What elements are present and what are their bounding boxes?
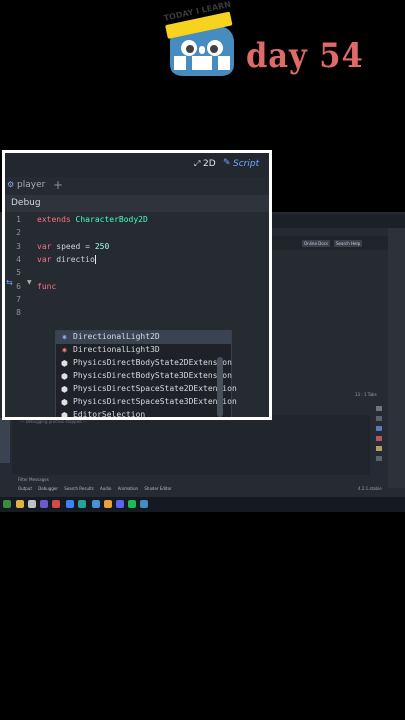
autocomplete-label: DirectionalLight2D: [73, 332, 160, 341]
code-line[interactable]: func: [37, 282, 56, 291]
autocomplete-item[interactable]: ⬢ PhysicsDirectSpaceState2DExtension: [56, 383, 237, 396]
explorer-icon[interactable]: [16, 500, 24, 508]
online-docs-button[interactable]: Online Docs: [302, 240, 330, 247]
line-number: 7: [16, 294, 21, 304]
text-cursor: [94, 254, 96, 264]
app-icon[interactable]: [40, 500, 48, 508]
background-filesystem: [0, 418, 10, 463]
line-number: 4: [16, 254, 21, 264]
tab-audio[interactable]: Audio: [100, 486, 111, 491]
code-line[interactable]: var directio: [37, 254, 96, 264]
object-icon: ⬢: [61, 372, 68, 381]
app-icon[interactable]: [52, 500, 60, 508]
app-icon[interactable]: [104, 500, 112, 508]
keyword-token: var: [37, 241, 52, 251]
line-column-info: 13 : 1 Tabs: [355, 392, 377, 397]
autocomplete-item[interactable]: ✷ DirectionalLight3D: [56, 344, 231, 357]
autocomplete-scrollbar[interactable]: [217, 357, 223, 417]
script-icon: ✎: [223, 158, 231, 168]
fold-arrow-icon[interactable]: ▼: [27, 279, 32, 286]
autocomplete-label: PhysicsDirectBodyState2DExtension: [73, 358, 232, 367]
2d-view-button[interactable]: 2D: [203, 159, 216, 169]
app-icon[interactable]: [78, 500, 86, 508]
object-icon: ⬢: [61, 359, 68, 368]
warning-filter-icon[interactable]: [376, 446, 382, 451]
script-tabs: ⚙ player +: [5, 177, 269, 195]
main-screen-bar: ⤢ 2D ✎ Script: [5, 153, 269, 177]
2d-view-icon: ⤢: [194, 159, 201, 168]
background-inspector: [388, 228, 405, 488]
code-line[interactable]: var speed = 250: [37, 242, 109, 251]
zoomed-script-editor: ⤢ 2D ✎ Script ⚙ player + Debug 1 extends …: [2, 150, 272, 420]
copy-icon[interactable]: [376, 416, 382, 421]
autocomplete-label: PhysicsDirectSpaceState2DExtension: [73, 384, 237, 393]
tab-player-label: player: [17, 180, 46, 190]
object-icon: ⬢: [61, 398, 68, 407]
line-number: 8: [16, 308, 21, 318]
code-editor[interactable]: 1 extends CharacterBody2D 2 3 var speed = 25…: [5, 212, 269, 417]
filter-messages-input[interactable]: Filter Messages: [18, 477, 49, 482]
tab-player[interactable]: ⚙ player: [7, 180, 45, 190]
light-3d-icon: ✷: [61, 346, 68, 355]
autocomplete-item[interactable]: ⬢ EditorSelection: [56, 409, 231, 420]
app-icon[interactable]: [66, 500, 74, 508]
add-tab-button[interactable]: +: [53, 178, 63, 192]
autocomplete-popup[interactable]: ✷ DirectionalLight2D ✷ DirectionalLight3D ⬢ P…: [55, 330, 237, 420]
autocomplete-label: DirectionalLight3D: [73, 345, 160, 354]
version-label: 4.2.1.stable: [358, 486, 382, 491]
bottom-panel-tabs[interactable]: Output Debugger Search Results Audio Ani…: [18, 486, 177, 491]
object-icon: ⬢: [61, 411, 68, 420]
type-token: CharacterBody2D: [75, 215, 148, 224]
console-tools[interactable]: [372, 402, 388, 482]
node-icon: ⚙: [7, 180, 15, 189]
text-token: directio: [51, 254, 95, 264]
day-counter: day 54: [246, 36, 364, 76]
autocomplete-label: PhysicsDirectSpaceState3DExtension: [73, 397, 237, 406]
background-menubar: [265, 214, 405, 228]
search-help-button[interactable]: Search Help: [334, 240, 363, 247]
spotify-icon[interactable]: [128, 500, 136, 508]
line-number: 2: [16, 228, 21, 238]
autocomplete-label: EditorSelection: [73, 410, 146, 419]
start-icon[interactable]: [3, 500, 11, 508]
os-taskbar: [0, 497, 405, 512]
light-2d-icon: ✷: [61, 333, 68, 342]
debug-menu-bar: Debug: [5, 195, 269, 212]
autocomplete-item[interactable]: ⬢ PhysicsDirectBodyState2DExtension: [56, 357, 232, 370]
number-token: 250: [94, 241, 110, 251]
tab-debugger[interactable]: Debugger: [38, 486, 58, 491]
object-icon: ⬢: [61, 385, 68, 394]
autocomplete-item[interactable]: ⬢ PhysicsDirectBodyState3DExtension: [56, 370, 232, 383]
keyword-token: func: [37, 281, 57, 291]
editor-filter-icon[interactable]: [376, 456, 382, 461]
trash-icon[interactable]: [376, 406, 382, 411]
output-console: [12, 415, 370, 475]
keyword-token: extends: [37, 215, 71, 224]
text-token: speed =: [51, 241, 95, 251]
line-number: 5: [16, 268, 21, 278]
tab-output[interactable]: Output: [18, 486, 32, 491]
tab-shader-editor[interactable]: Shader Editor: [144, 486, 171, 491]
debug-menu[interactable]: Debug: [11, 198, 41, 208]
discord-icon[interactable]: [116, 500, 124, 508]
app-icon[interactable]: [28, 500, 36, 508]
info-filter-icon[interactable]: [376, 426, 382, 431]
autocomplete-item[interactable]: ✷ DirectionalLight2D: [56, 331, 231, 344]
godot-taskbar-icon[interactable]: [140, 500, 148, 508]
tab-animation[interactable]: Animation: [118, 486, 138, 491]
line-number: 1: [16, 215, 21, 224]
tab-search-results[interactable]: Search Results: [64, 486, 93, 491]
code-line[interactable]: extends CharacterBody2D: [37, 215, 148, 224]
godot-logo: [160, 11, 244, 82]
keyword-token: var: [37, 254, 52, 264]
edge-icon[interactable]: [92, 500, 100, 508]
connection-icon: ⇆: [6, 278, 13, 287]
autocomplete-item[interactable]: ⬢ PhysicsDirectSpaceState3DExtension: [56, 396, 237, 409]
autocomplete-label: PhysicsDirectBodyState3DExtension: [73, 371, 232, 380]
line-number: 3: [16, 241, 21, 251]
script-view-button[interactable]: Script: [233, 159, 259, 169]
error-filter-icon[interactable]: [376, 436, 382, 441]
